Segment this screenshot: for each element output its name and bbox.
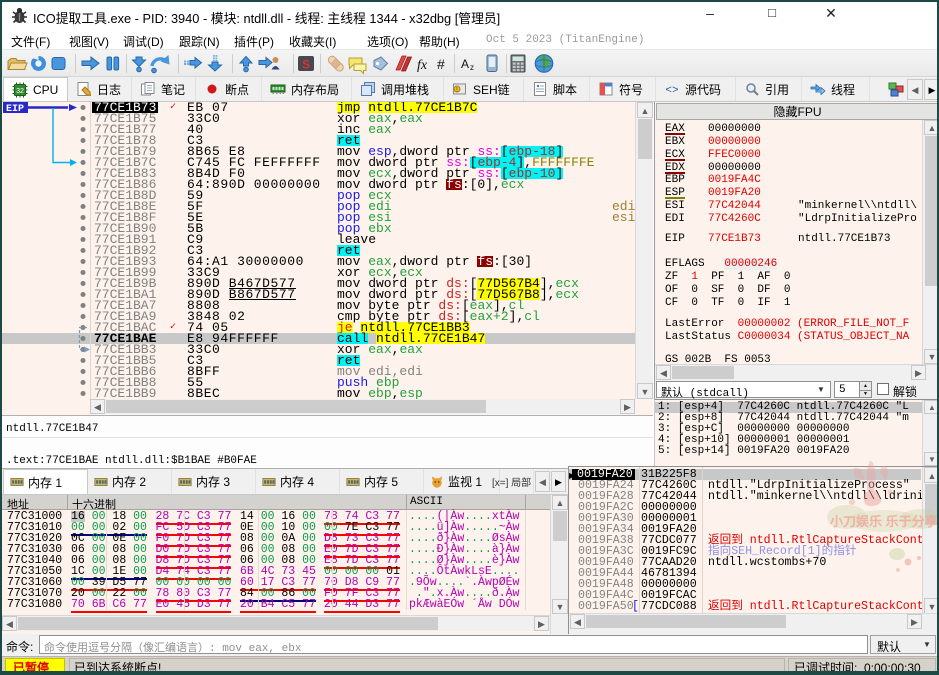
- svg-text:32: 32: [16, 88, 24, 95]
- svg-text:S: S: [302, 58, 310, 72]
- svg-text:A: A: [461, 57, 469, 71]
- svg-text:fx: fx: [417, 58, 428, 73]
- svg-text:EIP: EIP: [6, 104, 24, 115]
- svg-text:z: z: [470, 63, 474, 72]
- svg-text:<>: <>: [665, 85, 678, 97]
- svg-text:#: #: [437, 56, 445, 72]
